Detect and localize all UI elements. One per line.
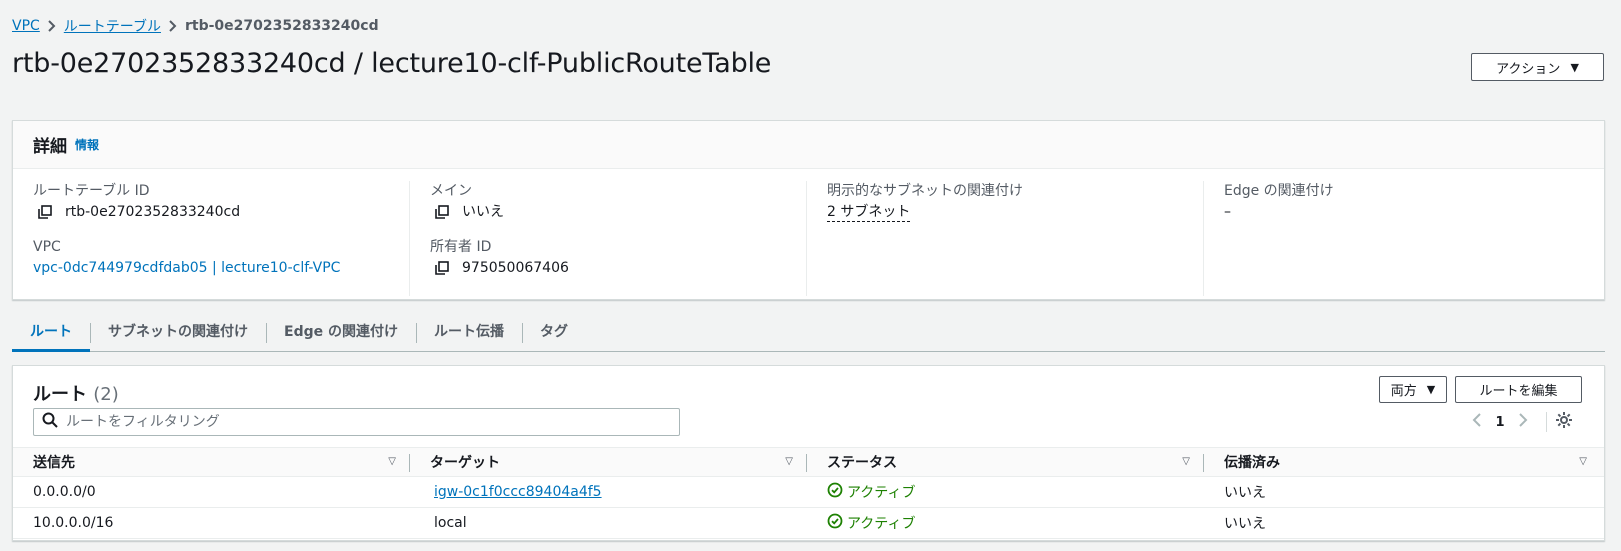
details-column-2: メイン いいえ 所有者 ID 975050067406 (410, 181, 807, 296)
subnet-association-value[interactable]: 2 サブネット (827, 203, 911, 222)
status-text: アクティブ (847, 485, 916, 501)
actions-button[interactable]: アクション ▼ (1471, 53, 1604, 81)
chevron-right-icon (48, 20, 56, 32)
route-search-box (33, 408, 680, 436)
routes-count: (2) (93, 384, 119, 405)
chevron-right-icon (169, 20, 177, 32)
owner-id-value: 975050067406 (462, 260, 569, 276)
main-value: いいえ (462, 204, 504, 220)
propagated-cell: いいえ (1224, 485, 1266, 501)
routes-panel: ルート (2) 両方 ▼ ルートを編集 1 送信先 ▽ ターゲット ▽ (12, 365, 1605, 541)
route-search-input[interactable] (66, 414, 626, 430)
column-header-label: ターゲット (430, 455, 500, 471)
column-header-status[interactable]: ステータス ▽ (807, 448, 1204, 476)
copy-icon[interactable] (434, 204, 450, 220)
gear-icon[interactable] (1555, 411, 1573, 433)
breadcrumb: VPC ルートテーブル rtb-0e2702352833240cd (12, 16, 379, 36)
tab-route-propagation[interactable]: ルート伝播 (415, 316, 522, 352)
search-icon (42, 412, 58, 432)
column-header-propagated[interactable]: 伝播済み ▽ (1204, 448, 1601, 476)
pagination: 1 (1466, 410, 1573, 434)
routes-table: 送信先 ▽ ターゲット ▽ ステータス ▽ 伝播済み ▽ 0.0.0.0/0 i… (13, 447, 1604, 539)
column-header-label: 送信先 (33, 455, 75, 471)
table-row[interactable]: 10.0.0.0/16 local アクティブ いいえ (13, 508, 1604, 539)
current-page-number[interactable]: 1 (1488, 415, 1512, 430)
page-title: rtb-0e2702352833240cd / lecture10-clf-Pu… (12, 48, 772, 79)
details-panel: 詳細 情報 ルートテーブル ID rtb-0e2702352833240cd V… (12, 120, 1605, 300)
caret-down-icon: ▼ (1426, 383, 1436, 396)
sort-caret-icon[interactable]: ▽ (1579, 456, 1587, 467)
propagated-cell: いいえ (1224, 516, 1266, 532)
filter-both-dropdown[interactable]: 両方 ▼ (1379, 376, 1447, 403)
owner-id-label: 所有者 ID (430, 239, 492, 255)
status-cell: アクティブ (827, 513, 915, 533)
details-column-3: 明示的なサブネットの関連付け 2 サブネット (807, 181, 1204, 296)
details-header: 詳細 情報 (13, 121, 1604, 169)
pager-divider (1546, 412, 1547, 432)
column-header-target[interactable]: ターゲット ▽ (410, 448, 807, 476)
vpc-label: VPC (33, 239, 61, 255)
breadcrumb-current: rtb-0e2702352833240cd (184, 18, 379, 34)
routes-title-text: ルート (33, 384, 87, 405)
table-row[interactable]: 0.0.0.0/0 igw-0c1f0ccc89404a4f5 アクティブ いい… (13, 477, 1604, 508)
target-value: local (434, 515, 467, 531)
details-column-1: ルートテーブル ID rtb-0e2702352833240cd VPC vpc… (13, 181, 410, 296)
breadcrumb-route-tables-link[interactable]: ルートテーブル (64, 16, 161, 36)
edge-association-label: Edge の関連付け (1224, 183, 1334, 199)
check-circle-icon (827, 513, 847, 533)
column-header-label: 伝播済み (1224, 455, 1280, 471)
tab-tags[interactable]: タグ (521, 316, 586, 352)
table-header: 送信先 ▽ ターゲット ▽ ステータス ▽ 伝播済み ▽ (13, 447, 1604, 477)
caret-down-icon: ▼ (1570, 60, 1579, 74)
edit-routes-button[interactable]: ルートを編集 (1455, 376, 1582, 403)
vpc-link[interactable]: vpc-0dc744979cdfdab05 | lecture10-clf-VP… (33, 257, 340, 279)
info-link[interactable]: 情報 (75, 136, 99, 153)
route-table-id-value: rtb-0e2702352833240cd (65, 204, 241, 220)
subnet-association-label: 明示的なサブネットの関連付け (827, 183, 1023, 199)
status-text: アクティブ (847, 516, 916, 532)
column-header-label: ステータス (827, 455, 897, 471)
check-circle-icon (827, 482, 847, 502)
route-table-id-label: ルートテーブル ID (33, 183, 150, 199)
details-column-4: Edge の関連付け – (1204, 181, 1601, 296)
sort-caret-icon[interactable]: ▽ (388, 456, 396, 467)
filter-both-label: 両方 (1390, 384, 1417, 399)
actions-button-label: アクション (1496, 61, 1561, 77)
copy-icon[interactable] (37, 204, 53, 220)
tab-routes[interactable]: ルート (12, 316, 90, 352)
tab-edge-associations[interactable]: Edge の関連付け (266, 316, 416, 352)
next-page-icon[interactable] (1512, 412, 1534, 432)
column-header-destination[interactable]: 送信先 ▽ (13, 448, 410, 476)
destination-cell: 10.0.0.0/16 (33, 515, 114, 531)
main-label: メイン (430, 183, 472, 199)
details-columns: ルートテーブル ID rtb-0e2702352833240cd VPC vpc… (13, 169, 1604, 296)
breadcrumb-vpc-link[interactable]: VPC (12, 18, 40, 34)
details-title: 詳細 (33, 137, 67, 157)
status-cell: アクティブ (827, 482, 915, 502)
sort-caret-icon[interactable]: ▽ (1182, 456, 1190, 467)
tab-subnet-associations[interactable]: サブネットの関連付け (90, 316, 266, 352)
sort-caret-icon[interactable]: ▽ (785, 456, 793, 467)
copy-icon[interactable] (434, 260, 450, 276)
target-link[interactable]: igw-0c1f0ccc89404a4f5 (434, 484, 602, 500)
previous-page-icon[interactable] (1466, 412, 1488, 432)
routes-title: ルート (2) (33, 380, 119, 406)
destination-cell: 0.0.0.0/0 (33, 484, 96, 500)
tab-bar: ルート サブネットの関連付け Edge の関連付け ルート伝播 タグ (12, 316, 1605, 352)
edge-association-value: – (1224, 204, 1231, 220)
